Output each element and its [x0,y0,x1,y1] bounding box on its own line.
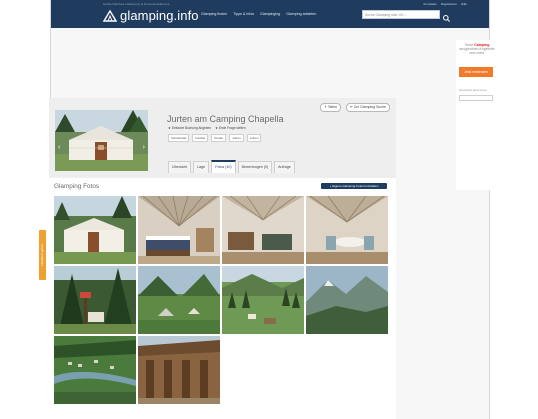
nav-link-blog[interactable]: Glampinglog [260,12,280,16]
logo[interactable]: glamping.info [103,8,199,23]
gallery-photo-wooden-building[interactable] [138,336,220,404]
tab-photos[interactable]: Fotos (10) [211,160,236,173]
gallery-photo-yurt-sofa[interactable] [222,196,304,264]
tag[interactable]: Familie [192,134,209,142]
help-link[interactable]: Hilfe [461,2,467,6]
listing-meta: ★ Einfache Buchung Abgeben ★ Erste Frage… [168,126,246,130]
meta-question[interactable]: ★ Erste Frage stellen [215,126,246,130]
share-icon: ⇪ [324,105,327,109]
gallery-heading: Glamping Fotos [54,183,100,190]
gallery-photo-yurt-table[interactable] [306,196,388,264]
main-menu: Glamping finden Tipps & Infos Glampinglo… [201,12,316,16]
gallery-photo-campground-valley[interactable] [222,266,304,334]
back-arrow-icon: ⇤ [350,105,353,109]
hero-photo[interactable]: ‹ › [55,110,148,171]
gallery-photo-aerial-campsite[interactable] [54,336,136,404]
nav-link-find[interactable]: Glamping finden [201,12,227,16]
gallery-photo-yurt-exterior[interactable] [54,196,136,264]
newsletter-input[interactable] [459,95,493,101]
gallery-photo-yurt-bed[interactable] [138,196,220,264]
utility-links: Anmelden Registrieren Hilfe [423,2,467,6]
tab-reviews[interactable]: Bewertungen (0) [237,161,273,173]
ad-small-text: Newsletter abonnieren [459,88,487,92]
gallery-photo-forest-yurt[interactable] [54,266,136,334]
register-link[interactable]: Registrieren [441,2,457,6]
upload-photos-button[interactable]: + Eigene Glamping-Fotos hochladen [321,183,387,189]
tag[interactable]: Jurten [229,134,244,142]
listing-card: ‹ › Jurten am Camping Chapella ★ Einfach… [49,98,396,419]
logo-text: glamping.info [120,8,199,23]
tag[interactable]: Outdoorlab [168,134,190,142]
listing-title: Jurten am Camping Chapella [167,114,284,124]
tag[interactable]: Leben [246,134,262,142]
search-input[interactable]: Suche Glamping oder Ort… [362,10,440,19]
top-navigation: Authentisches Glamping & Ferienerlebniss… [51,0,489,28]
tab-location[interactable]: Lage [193,161,210,173]
listing-tabs: Übersicht Lage Fotos (10) Bewertungen (0… [168,160,295,173]
listing-tags: Outdoorlab Familie Kinder Jurten Leben [168,134,262,142]
gallery-photo-meadow-tents[interactable] [138,266,220,334]
tent-logo-icon [103,9,117,22]
share-button[interactable]: ⇪ Teilen [320,103,342,112]
back-to-search-button[interactable]: ⇤ Zur Glamping Suche [346,103,391,112]
next-photo-icon[interactable]: › [143,144,145,151]
search-icon[interactable] [442,10,451,22]
nav-link-offer[interactable]: Glamping anbieten [286,12,316,16]
tab-inquiry[interactable]: Anfrage [274,161,295,173]
tag[interactable]: Kinder [211,134,227,142]
nav-tagline: Authentisches Glamping & Ferienerlebniss… [103,2,170,6]
previous-photo-icon[interactable]: ‹ [58,144,60,151]
nav-link-tips[interactable]: Tipps & Infos [233,12,254,16]
sidebar-ad: Teste Camping ausgleichen Angebote und m… [456,40,496,190]
tab-overview[interactable]: Übersicht [168,161,192,173]
meta-booking[interactable]: ★ Einfache Buchung Abgeben [168,126,211,130]
ad-brand: Teste Camping ausgleichen Angebote und m… [459,43,495,55]
gallery-photo-mountain-view[interactable] [306,266,388,334]
login-link[interactable]: Anmelden [423,2,437,6]
ad-cta-button[interactable]: Jetzt entdecken [459,67,493,77]
feedback-tab[interactable]: Feedback geben [39,230,46,280]
listing-header: ‹ › Jurten am Camping Chapella ★ Einfach… [49,98,396,178]
